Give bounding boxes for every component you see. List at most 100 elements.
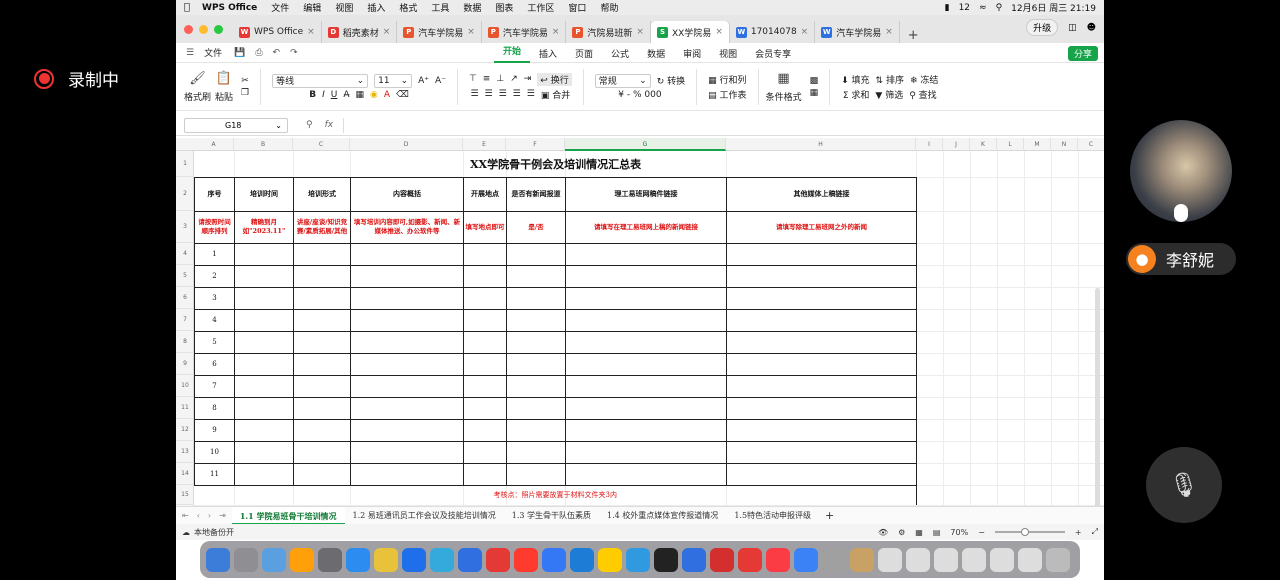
dock-app-icon[interactable] — [598, 547, 622, 572]
row-header[interactable]: 9 — [176, 353, 194, 375]
table-cell[interactable] — [506, 286, 566, 310]
merge-button[interactable]: ▣ 合并 — [541, 88, 570, 101]
underline-icon[interactable]: U — [331, 90, 338, 100]
table-cell[interactable] — [506, 374, 566, 398]
row-number-cell[interactable]: 8 — [194, 396, 235, 420]
dock-app-icon[interactable] — [682, 547, 706, 572]
column-header[interactable]: E — [463, 138, 506, 151]
ribbon-tab[interactable]: 数据 — [638, 47, 674, 60]
table-cell[interactable] — [234, 352, 294, 376]
column-header[interactable]: L — [997, 138, 1024, 151]
column-header[interactable]: M — [1024, 138, 1051, 151]
last-sheet-icon[interactable]: ⇥ — [219, 511, 226, 520]
dock-app-icon[interactable] — [430, 547, 454, 572]
cut-icon[interactable]: ✂ — [241, 76, 249, 86]
table-cell[interactable] — [565, 242, 727, 266]
close-window-button[interactable] — [184, 24, 193, 34]
table-cell[interactable] — [463, 418, 507, 442]
table-cell[interactable] — [293, 308, 351, 332]
table-cell[interactable] — [565, 440, 727, 464]
apple-icon[interactable]:  — [184, 2, 190, 13]
table-cell[interactable] — [293, 396, 351, 420]
undo-icon[interactable]: ↶ — [273, 48, 281, 58]
row-header[interactable]: 10 — [176, 375, 194, 397]
next-sheet-icon[interactable]: › — [208, 511, 211, 520]
macos-menu-item[interactable]: 插入 — [367, 1, 385, 14]
align-left-icon[interactable]: ☰ — [470, 89, 478, 99]
table-cell[interactable] — [234, 242, 294, 266]
zoom-in-icon[interactable]: + — [1075, 528, 1082, 537]
column-title[interactable]: 开展地点 — [463, 176, 507, 212]
table-cell[interactable] — [350, 308, 464, 332]
macos-menu-item[interactable]: 格式 — [399, 1, 417, 14]
number-format-select[interactable]: 常规 ⌄ — [594, 73, 651, 88]
macos-menu-item[interactable]: 工具 — [431, 1, 449, 14]
dock-app-icon[interactable] — [290, 547, 314, 572]
upgrade-button[interactable]: 升级 — [1026, 19, 1059, 36]
table-cell[interactable] — [725, 352, 918, 376]
increase-font-icon[interactable]: A⁺ — [418, 76, 429, 86]
table-cell[interactable] — [463, 352, 507, 376]
table-cell[interactable] — [293, 418, 351, 442]
table-cell[interactable] — [234, 264, 294, 288]
font-select[interactable]: 等线 ⌄ — [272, 73, 369, 88]
table-cell[interactable] — [506, 308, 566, 332]
table-cell[interactable] — [506, 242, 566, 266]
app-name[interactable]: WPS Office — [202, 3, 257, 13]
table-cell[interactable] — [506, 440, 566, 464]
fill-button[interactable]: ⬇ 填充 — [841, 73, 869, 86]
dock-app-icon[interactable] — [850, 547, 874, 572]
document-tab[interactable]: P 汽院易班新 × — [566, 21, 651, 43]
document-tab[interactable]: D 稻壳素材 × — [322, 21, 398, 43]
spreadsheet-grid[interactable]: ABCDEFGHIJKLMNC 1 2 3 4 5 6 7 8 9 10 11 12 13 14 15 XX… — [176, 138, 1104, 506]
table-cell[interactable] — [234, 440, 294, 464]
sheet-tab[interactable]: 1.2 易班通讯员工作会议及技能培训情况 — [345, 507, 504, 525]
table-cell[interactable] — [565, 330, 727, 354]
prev-sheet-icon[interactable]: ‹ — [197, 511, 200, 520]
macos-menu-item[interactable]: 视图 — [335, 1, 353, 14]
page-view-icon[interactable]: ▤ — [933, 528, 941, 537]
table-cell[interactable] — [234, 330, 294, 354]
dock-app-icon[interactable] — [1018, 547, 1042, 572]
orientation-icon[interactable]: ↗ — [510, 74, 518, 84]
table-cell[interactable] — [565, 396, 727, 420]
dock-app-icon[interactable] — [374, 547, 398, 572]
ribbon-tab[interactable]: 会员专享 — [746, 47, 800, 60]
row-number-cell[interactable]: 11 — [194, 462, 235, 486]
name-box[interactable]: G18 ⌄ — [184, 117, 288, 133]
dock-app-icon[interactable] — [822, 547, 846, 572]
table-cell[interactable] — [293, 264, 351, 288]
close-icon[interactable]: × — [636, 27, 644, 37]
paste-button[interactable]: 📋 粘贴 — [215, 71, 233, 103]
align-bottom-icon[interactable]: ⊥ — [496, 74, 504, 84]
rows-cols-button[interactable]: ▦ 行和列 — [708, 73, 746, 86]
row-header[interactable]: 3 — [176, 211, 194, 243]
dock-app-icon[interactable] — [710, 547, 734, 572]
table-cell[interactable] — [293, 374, 351, 398]
table-cell[interactable] — [463, 308, 507, 332]
vertical-scrollbar[interactable] — [1095, 288, 1100, 506]
zoom-icon[interactable]: ⚲ — [306, 120, 313, 130]
document-tab[interactable]: W 汽车学院易 × — [815, 21, 900, 43]
table-cell[interactable] — [234, 418, 294, 442]
table-cell[interactable] — [565, 308, 727, 332]
ribbon-tab[interactable]: 开始 — [494, 43, 531, 63]
column-title[interactable]: 培训时间 — [234, 176, 294, 212]
table-cell[interactable] — [725, 330, 918, 354]
table-cell[interactable] — [463, 330, 507, 354]
table-cell[interactable] — [725, 308, 918, 332]
row-header[interactable]: 2 — [176, 177, 194, 211]
table-cell[interactable] — [725, 396, 918, 420]
dock-app-icon[interactable] — [878, 547, 902, 572]
format-painter-button[interactable]: 🖌 格式刷 — [184, 71, 211, 103]
column-title[interactable]: 培训形式 — [293, 176, 351, 212]
row-number-cell[interactable]: 10 — [194, 440, 235, 464]
dock-app-icon[interactable] — [346, 547, 370, 572]
close-icon[interactable]: × — [383, 27, 391, 37]
align-right-icon[interactable]: ☰ — [499, 89, 507, 99]
first-sheet-icon[interactable]: ⇤ — [182, 511, 189, 520]
copy-icon[interactable]: ❐ — [241, 88, 249, 98]
table-cell[interactable] — [463, 462, 507, 486]
macos-menu-item[interactable]: 编辑 — [303, 1, 321, 14]
column-header[interactable]: N — [1051, 138, 1078, 151]
